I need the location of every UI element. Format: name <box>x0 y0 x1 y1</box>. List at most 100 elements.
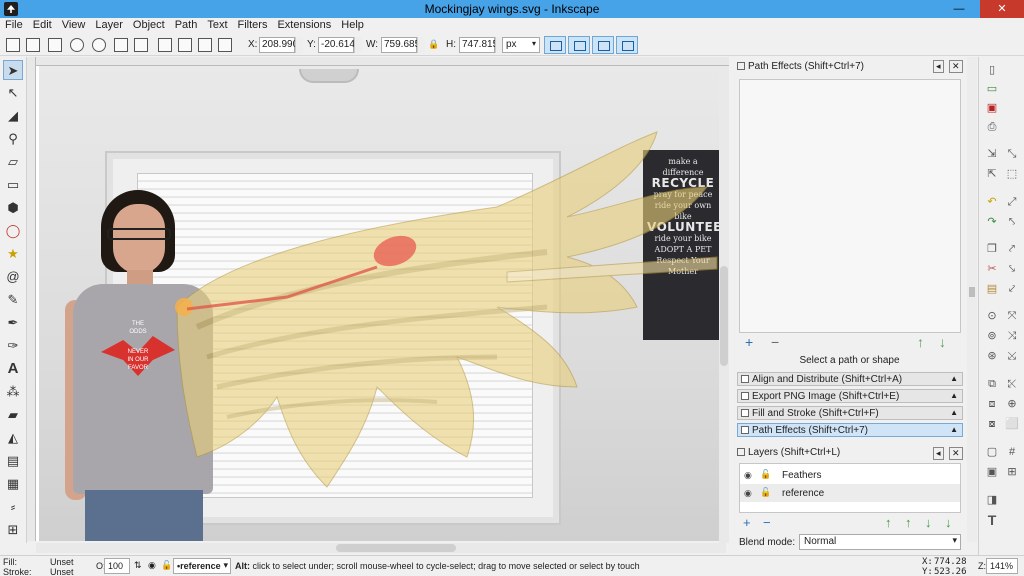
tab-path-effects[interactable]: Path Effects (Shift+Ctrl+7) ▲ <box>737 423 963 437</box>
stroke-value[interactable]: Unset <box>50 567 74 576</box>
unit-select[interactable]: px ▾ <box>502 37 540 53</box>
close-button[interactable]: ✕ <box>980 0 1024 18</box>
copy-icon[interactable]: ❐ <box>985 242 999 256</box>
raise-icon[interactable] <box>178 38 192 52</box>
menu-file[interactable]: File <box>0 18 28 31</box>
menu-view[interactable]: View <box>57 18 91 31</box>
lower-icon[interactable] <box>198 38 212 52</box>
w-input[interactable]: 759.685 <box>381 37 420 53</box>
add-layer-button[interactable]: + <box>743 515 751 530</box>
horizontal-ruler[interactable] <box>27 57 729 66</box>
text-tool-icon[interactable]: A <box>3 359 23 379</box>
zoom-drawing-icon[interactable]: ⊚ <box>985 329 999 343</box>
zoom-tool-icon[interactable]: ⚲ <box>3 129 23 149</box>
zoom-selection-icon[interactable]: ⊙ <box>985 309 999 323</box>
pencil-tool-icon[interactable]: ✎ <box>3 290 23 310</box>
y-input[interactable]: -20.614 <box>318 37 355 53</box>
dock-scroll-thumb[interactable] <box>969 287 975 297</box>
opacity-input[interactable]: 100 <box>104 558 130 574</box>
deselect-icon[interactable] <box>48 38 62 52</box>
tweak-tool-icon[interactable]: ◢ <box>3 106 23 126</box>
current-layer-select[interactable]: •reference ▾ <box>173 558 231 574</box>
paint-bucket-tool-icon[interactable]: ◭ <box>3 428 23 448</box>
open-file-icon[interactable]: ▭ <box>985 82 999 96</box>
lock-ratio-icon[interactable]: 🔒 <box>428 39 439 50</box>
eraser-tool-icon[interactable]: ▰ <box>3 405 23 425</box>
star-tool-icon[interactable]: ★ <box>3 244 23 264</box>
tab-align-distribute[interactable]: Align and Distribute (Shift+Ctrl+A) ▲ <box>737 372 963 386</box>
dropper-tool-icon[interactable]: ⸗ <box>3 497 23 517</box>
snap-page-icon[interactable]: ⬜ <box>1005 417 1019 431</box>
node-tool-icon[interactable]: ↖ <box>3 83 23 103</box>
snap-rotation-center-icon[interactable]: ⊕ <box>1005 397 1019 411</box>
blend-mode-select[interactable]: Normal ▾ <box>799 534 961 550</box>
spiral-tool-icon[interactable]: @ <box>3 267 23 287</box>
clone-icon[interactable]: ⧈ <box>985 397 999 411</box>
raise-to-top-icon[interactable] <box>158 38 172 52</box>
connector-tool-icon[interactable]: ⊞ <box>3 520 23 540</box>
close-layers-button[interactable]: ✕ <box>949 447 963 460</box>
menu-edit[interactable]: Edit <box>28 18 57 31</box>
vertical-scrollbar[interactable] <box>719 66 729 543</box>
vertical-ruler[interactable] <box>27 57 36 541</box>
export-icon[interactable]: ⇱ <box>985 167 999 181</box>
lower-to-bottom-icon[interactable] <box>218 38 232 52</box>
rotate-cw-icon[interactable] <box>92 38 106 52</box>
layer-to-bottom-button[interactable]: ↓ <box>945 515 952 530</box>
snap-bbox-icon[interactable]: ⬚ <box>1005 167 1019 181</box>
text-dialog-icon[interactable]: T <box>985 513 999 527</box>
save-icon[interactable]: ▣ <box>985 101 999 115</box>
drawing-canvas[interactable]: make a difference RECYCLE pray for peace… <box>27 57 729 541</box>
minimize-button[interactable]: — <box>946 0 972 18</box>
lower-effect-button[interactable]: ↓ <box>939 334 946 350</box>
import-icon[interactable]: ⇲ <box>985 147 999 161</box>
snap-cusp-icon[interactable]: ⤧ <box>1005 309 1019 323</box>
new-document-icon[interactable]: ▯ <box>985 63 999 77</box>
fill-value[interactable]: Unset <box>50 557 74 567</box>
layer-lock-icon[interactable]: 🔓 <box>161 560 172 571</box>
duplicate-icon[interactable]: ⧉ <box>985 377 999 391</box>
iconify-layers-button[interactable]: ◂ <box>933 447 944 460</box>
menu-object[interactable]: Object <box>128 18 170 31</box>
measure-tool-icon[interactable]: ▱ <box>3 152 23 172</box>
snap-paths-icon[interactable]: ⤥ <box>1005 262 1019 276</box>
menu-path[interactable]: Path <box>170 18 203 31</box>
box-3d-tool-icon[interactable]: ⬢ <box>3 198 23 218</box>
iconify-panel-button[interactable]: ◂ <box>933 60 944 73</box>
flip-horizontal-icon[interactable] <box>114 38 128 52</box>
fill-stroke-dialog-icon[interactable]: ◨ <box>985 493 999 507</box>
remove-effect-button[interactable]: − <box>771 334 779 350</box>
cut-icon[interactable]: ✂ <box>985 262 999 276</box>
menu-layer[interactable]: Layer <box>90 18 128 31</box>
scale-corners-toggle[interactable] <box>568 36 590 54</box>
undo-icon[interactable]: ↶ <box>985 195 999 209</box>
vertical-scroll-thumb[interactable] <box>720 266 728 366</box>
x-spinner[interactable] <box>295 37 303 53</box>
snap-nodes-icon[interactable]: ⤤ <box>1005 242 1019 256</box>
eye-icon[interactable]: ◉ <box>744 470 752 481</box>
calligraphy-tool-icon[interactable]: ✑ <box>3 336 23 356</box>
flip-vertical-icon[interactable] <box>134 38 148 52</box>
eye-icon[interactable]: ◉ <box>744 488 752 499</box>
scale-stroke-toggle[interactable] <box>544 36 566 54</box>
horizontal-scrollbar[interactable] <box>36 543 726 553</box>
dock-scrollbar[interactable] <box>967 57 977 542</box>
add-effect-button[interactable]: + <box>745 334 753 350</box>
lock-icon[interactable]: 🔓 <box>760 469 771 480</box>
tab-export-png[interactable]: Export PNG Image (Shift+Ctrl+E) ▲ <box>737 389 963 403</box>
x-input[interactable]: 208.990 <box>259 37 298 53</box>
move-patterns-toggle[interactable] <box>616 36 638 54</box>
pen-tool-icon[interactable]: ✒ <box>3 313 23 333</box>
ellipse-tool-icon[interactable]: ◯ <box>3 221 23 241</box>
rotate-ccw-icon[interactable] <box>70 38 84 52</box>
move-gradients-toggle[interactable] <box>592 36 614 54</box>
layer-to-top-button[interactable]: ↑ <box>885 515 892 530</box>
w-spinner[interactable] <box>417 37 425 53</box>
y-spinner[interactable] <box>354 37 362 53</box>
redo-icon[interactable]: ↷ <box>985 215 999 229</box>
layer-visibility-icon[interactable]: ◉ <box>148 560 156 571</box>
snap-grid-icon[interactable]: # <box>1005 445 1019 459</box>
snap-midpoints-icon[interactable]: ⤩ <box>1005 349 1019 363</box>
path-effects-list[interactable] <box>739 79 961 333</box>
group-icon[interactable]: ▢ <box>985 445 999 459</box>
